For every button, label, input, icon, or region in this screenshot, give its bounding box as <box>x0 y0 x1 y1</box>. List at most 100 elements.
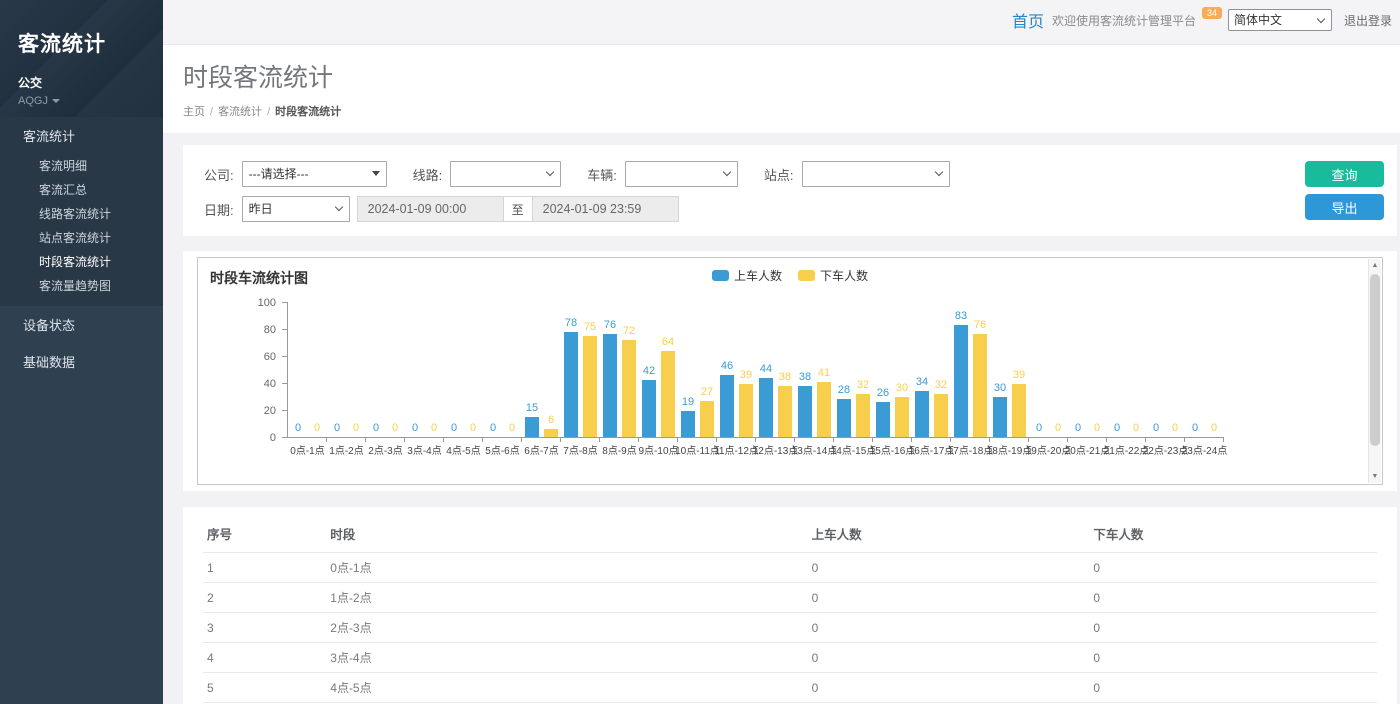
bar-value-label: 0 <box>1133 423 1139 434</box>
chart-scrollbar[interactable]: ▲ ▼ <box>1368 259 1381 483</box>
bar[interactable]: 41 <box>817 382 831 437</box>
end-datetime-input[interactable] <box>532 196 679 222</box>
legend-swatch-icon <box>712 270 729 281</box>
bar[interactable]: 30 <box>895 397 909 438</box>
company-select[interactable]: ---请选择--- <box>242 161 387 187</box>
menu-section-item[interactable]: 基础数据 <box>0 343 163 380</box>
bar-value-label: 0 <box>509 423 515 434</box>
bar[interactable]: 32 <box>934 394 948 437</box>
table-header-row: 序号时段上车人数下车人数 <box>203 515 1377 553</box>
bar[interactable]: 46 <box>720 375 734 437</box>
chart-category: 002点-3点 <box>366 302 405 437</box>
breadcrumb-item[interactable]: 客流统计 <box>218 106 262 118</box>
legend-item[interactable]: 下车人数 <box>798 267 868 284</box>
date-preset-select[interactable]: 昨日 <box>242 196 350 222</box>
bar[interactable]: 38 <box>778 386 792 437</box>
line-select[interactable] <box>450 161 561 187</box>
bar[interactable]: 83 <box>954 325 968 437</box>
bar[interactable]: 76 <box>973 334 987 437</box>
y-axis-tick-label: 60 <box>264 351 276 363</box>
bar[interactable]: 27 <box>700 401 714 437</box>
bar-value-label: 0 <box>1153 423 1159 434</box>
bar-value-label: 0 <box>1075 423 1081 434</box>
bar[interactable]: 44 <box>759 378 773 437</box>
chart-category: 005点-6点 <box>483 302 522 437</box>
bar[interactable]: 42 <box>642 380 656 437</box>
caret-down-icon <box>52 99 60 103</box>
y-axis: 100806040200 <box>198 302 287 438</box>
breadcrumb-separator: / <box>267 106 270 118</box>
bar-chart: 100806040200 000点-1点001点-2点002点-3点003点-4… <box>198 302 1382 438</box>
table-cell: 0 <box>1089 553 1377 583</box>
chart-category: 0020点-21点 <box>1068 302 1107 437</box>
bar-value-label: 30 <box>994 383 1006 394</box>
scrollbar-thumb[interactable] <box>1370 274 1380 446</box>
bar-value-label: 72 <box>623 326 635 337</box>
breadcrumb-item[interactable]: 主页 <box>183 106 205 118</box>
bar[interactable]: 76 <box>603 334 617 437</box>
legend-item[interactable]: 上车人数 <box>712 267 782 284</box>
bar[interactable]: 39 <box>739 384 753 437</box>
export-button[interactable]: 导出 <box>1305 194 1384 220</box>
page-heading: 时段客流统计 主页/客流统计/时段客流统计 <box>163 45 1400 133</box>
vehicle-select[interactable] <box>625 161 738 187</box>
query-button[interactable]: 查询 <box>1305 161 1384 187</box>
chart-category: 0023点-24点 <box>1185 302 1224 437</box>
bar[interactable]: 6 <box>544 429 558 437</box>
bar[interactable]: 15 <box>525 417 539 437</box>
station-select[interactable] <box>802 161 950 187</box>
start-datetime-input[interactable] <box>357 196 504 222</box>
notification-badge[interactable]: 34 <box>1202 7 1222 19</box>
table-cell: 0 <box>1089 643 1377 673</box>
home-link[interactable]: 首页 <box>1012 8 1044 32</box>
breadcrumb-separator: / <box>210 106 213 118</box>
bar-value-label: 41 <box>818 368 830 379</box>
table-cell: 0 <box>808 583 1090 613</box>
bar[interactable]: 39 <box>1012 384 1026 437</box>
bar[interactable]: 78 <box>564 332 578 437</box>
submenu-item[interactable]: 客流明细 <box>0 154 163 178</box>
submenu-item[interactable]: 线路客流统计 <box>0 202 163 226</box>
bar-value-label: 26 <box>877 388 889 399</box>
language-select[interactable]: 简体中文 <box>1228 9 1332 31</box>
bar[interactable]: 64 <box>661 351 675 437</box>
table-cell: 0 <box>808 613 1090 643</box>
chart-category: 303918点-19点 <box>990 302 1029 437</box>
bar[interactable]: 30 <box>993 397 1007 438</box>
chart-category: 003点-4点 <box>405 302 444 437</box>
bar-value-label: 46 <box>721 361 733 372</box>
table-cell: 0 <box>1089 673 1377 703</box>
bar[interactable]: 34 <box>915 391 929 437</box>
chart-category: 78757点-8点 <box>561 302 600 437</box>
account-dropdown[interactable]: AQGJ <box>18 95 145 107</box>
chart-title: 时段车流统计图 <box>210 268 308 288</box>
bar[interactable]: 38 <box>798 386 812 437</box>
menu-section-item[interactable]: 设备状态 <box>0 306 163 343</box>
bar[interactable]: 75 <box>583 336 597 437</box>
bar-value-label: 0 <box>470 423 476 434</box>
bar[interactable]: 19 <box>681 411 695 437</box>
submenu-item[interactable]: 时段客流统计 <box>0 250 163 274</box>
y-axis-tick-label: 100 <box>258 297 276 309</box>
menu-section-item[interactable]: 客流统计 <box>0 117 163 154</box>
submenu-item[interactable]: 客流汇总 <box>0 178 163 202</box>
submenu-item[interactable]: 站点客流统计 <box>0 226 163 250</box>
bar-value-label: 0 <box>1172 423 1178 434</box>
vehicle-label: 车辆: <box>587 165 617 184</box>
bar-value-label: 0 <box>314 423 320 434</box>
bar[interactable]: 32 <box>856 394 870 437</box>
content-area: 公司: ---请选择--- 线路: 车辆: 站点: 日期: 昨日 至 查询 导出 <box>163 133 1400 704</box>
table-header-cell: 下车人数 <box>1089 515 1377 553</box>
scroll-up-icon[interactable]: ▲ <box>1369 259 1381 272</box>
scroll-down-icon[interactable]: ▼ <box>1369 470 1381 483</box>
bar-value-label: 32 <box>857 380 869 391</box>
bar-value-label: 0 <box>1036 423 1042 434</box>
logout-link[interactable]: 退出登录 <box>1344 12 1392 29</box>
bar[interactable]: 26 <box>876 402 890 437</box>
filter-panel: 公司: ---请选择--- 线路: 车辆: 站点: 日期: 昨日 至 查询 导出 <box>183 145 1397 236</box>
bar[interactable]: 28 <box>837 399 851 437</box>
bar[interactable]: 72 <box>622 340 636 437</box>
submenu-item[interactable]: 客流量趋势图 <box>0 274 163 298</box>
x-axis-label: 5点-6点 <box>485 442 519 457</box>
legend-label: 下车人数 <box>820 267 868 284</box>
